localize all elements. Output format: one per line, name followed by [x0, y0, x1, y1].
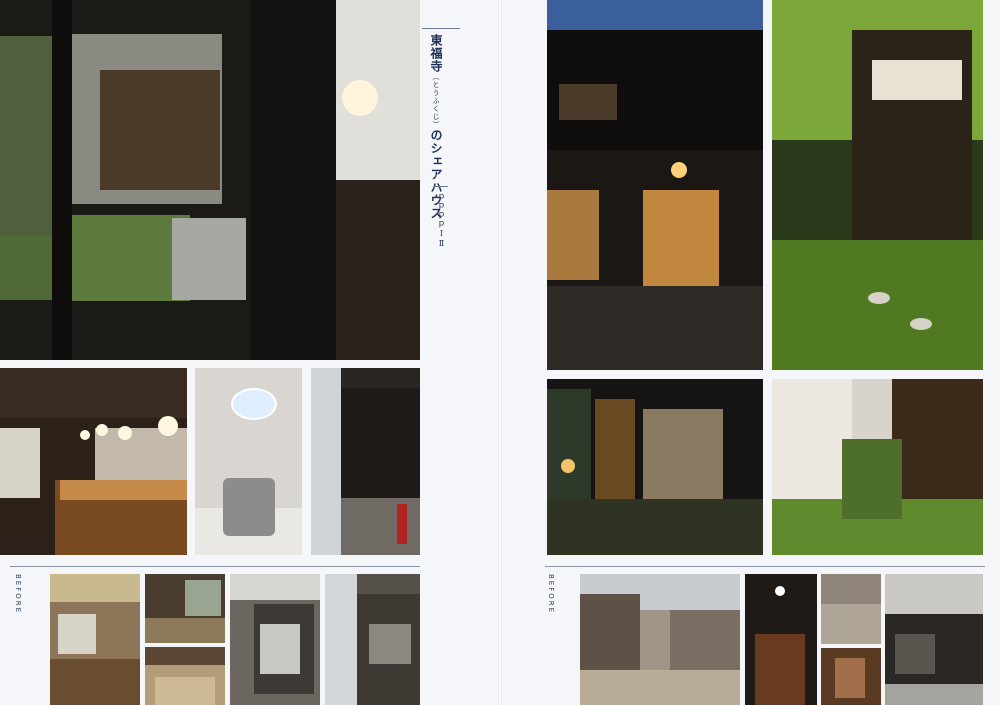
before-photo-tatami-room-1	[145, 574, 225, 643]
photo-moss-garden-path	[772, 379, 983, 555]
before-photo-wooden-doorway	[821, 648, 881, 705]
before-label-right: BEFORE	[547, 574, 555, 615]
before-photo-facade	[230, 574, 320, 705]
title-address: ｐｐｐｐⅠⅡ	[437, 193, 446, 249]
title-rule-top	[422, 28, 460, 29]
before-rule-left	[10, 566, 420, 567]
photo-garden-maple	[772, 0, 983, 370]
photo-alley-street	[311, 368, 420, 555]
page-gutter	[498, 0, 502, 705]
title-furigana: （とうふくじ）	[432, 73, 440, 129]
before-photo-old-building	[580, 574, 740, 705]
photo-round-skylight	[195, 368, 302, 555]
before-photo-dark-attic	[745, 574, 817, 705]
photo-night-garden	[547, 379, 763, 555]
title-rule-bottom	[434, 186, 448, 187]
before-rule-right	[545, 566, 985, 567]
before-photo-floor-debris	[821, 574, 881, 644]
magazine-spread: 東福寺（とうふくじ）のシェアハウス ｐｐｐｐⅠⅡ BEFORE BEFORE	[0, 0, 1000, 705]
before-label-left: BEFORE	[14, 574, 22, 615]
photo-entrance-night	[547, 0, 763, 370]
before-photo-alley	[325, 574, 420, 705]
title-name: 東福寺	[429, 34, 443, 73]
before-photo-street-facade	[885, 574, 983, 705]
photo-courtyard-interior	[0, 0, 420, 360]
photo-kitchen	[0, 368, 187, 555]
before-photo-kitchen	[50, 574, 140, 705]
before-photo-tatami-room-2	[145, 647, 225, 705]
